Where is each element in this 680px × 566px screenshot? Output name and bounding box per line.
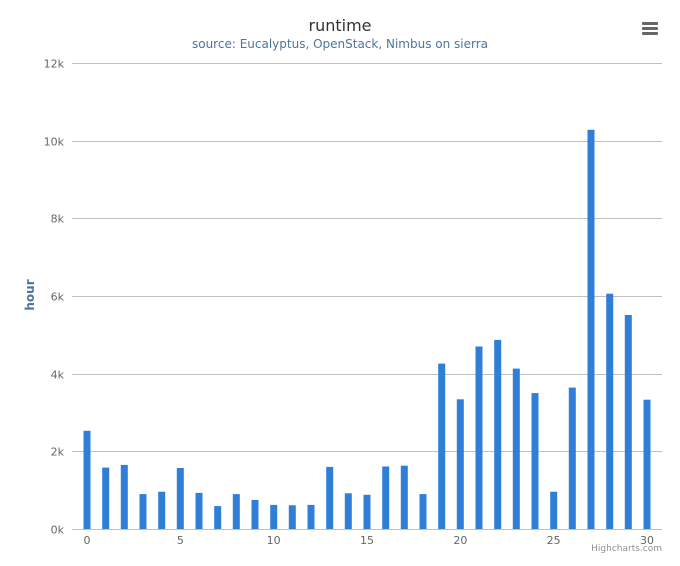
- y-tick-label: 0k: [51, 524, 65, 537]
- bar: [587, 129, 595, 530]
- bar: [83, 430, 91, 529]
- bar: [214, 506, 222, 529]
- bar: [494, 339, 502, 529]
- credits-link[interactable]: Highcharts.com: [591, 544, 662, 554]
- bar: [307, 504, 315, 529]
- bar: [456, 399, 464, 529]
- y-tick-label: 10k: [44, 136, 65, 149]
- chart-container: runtime source: Eucalyptus, OpenStack, N…: [0, 0, 680, 566]
- bar: [120, 464, 128, 529]
- bar: [344, 493, 352, 529]
- bar: [270, 504, 278, 529]
- bar: [176, 468, 184, 529]
- y-tick-label: 12k: [44, 58, 65, 71]
- bar: [232, 494, 240, 529]
- x-tick-label: 0: [84, 534, 91, 547]
- bar: [400, 465, 408, 529]
- y-tick-label: 8k: [51, 213, 65, 226]
- bar: [195, 492, 203, 529]
- bar: [475, 346, 483, 529]
- plot-area: 0k2k4k6k8k10k12k0 5 10 15 20 25 30: [44, 58, 662, 547]
- bar: [158, 491, 166, 529]
- bar: [643, 399, 651, 529]
- bar: [288, 505, 296, 529]
- bar: [363, 494, 371, 529]
- x-tick-label: 20: [453, 534, 467, 547]
- bar: [326, 466, 334, 529]
- bar: [251, 499, 259, 529]
- y-tick-label: 4k: [51, 369, 65, 382]
- y-tick-label: 2k: [51, 446, 65, 459]
- bar: [139, 494, 147, 529]
- x-tick-label: 5: [177, 534, 184, 547]
- bar: [568, 387, 576, 529]
- bar: [438, 363, 446, 529]
- bar: [102, 467, 110, 529]
- bar: [624, 315, 632, 529]
- bar: [382, 466, 390, 529]
- bar: [606, 293, 614, 529]
- x-tick-label: 25: [547, 534, 561, 547]
- bar: [419, 494, 427, 529]
- bar: [550, 491, 558, 529]
- bar: [531, 393, 539, 529]
- bar: [512, 368, 520, 529]
- x-tick-label: 15: [360, 534, 374, 547]
- x-tick-label: 10: [267, 534, 281, 547]
- y-tick-label: 6k: [51, 291, 65, 304]
